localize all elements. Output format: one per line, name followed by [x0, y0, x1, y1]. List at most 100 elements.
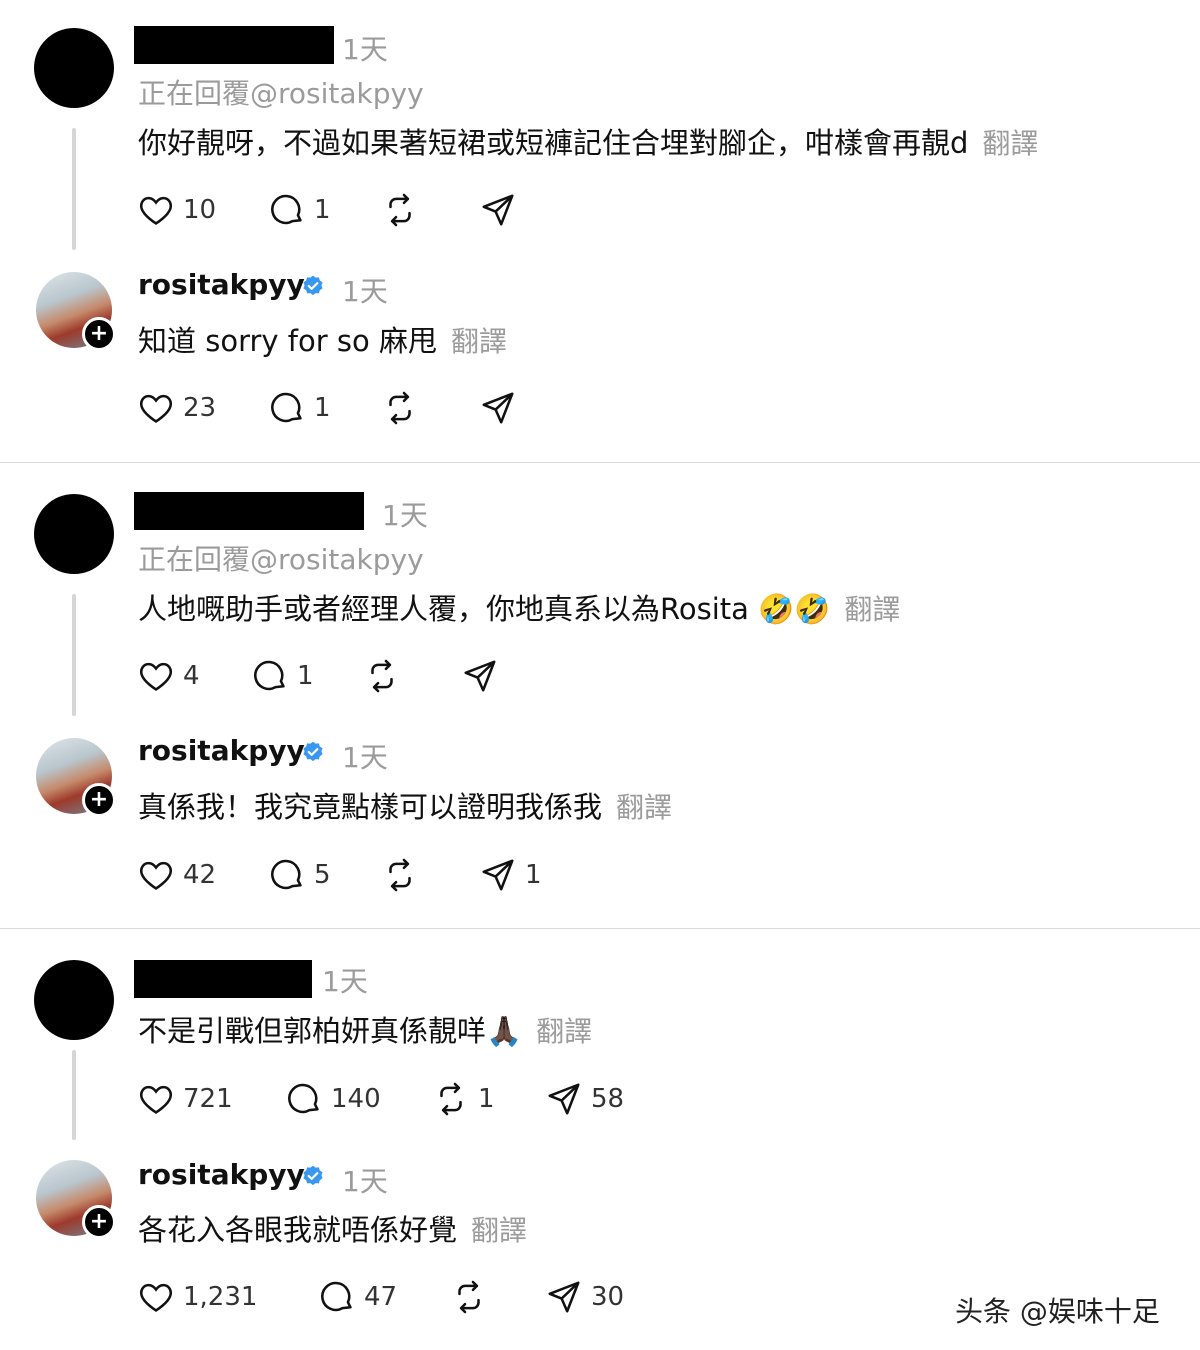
repost-icon — [389, 193, 411, 227]
like-count: 23 — [183, 393, 217, 423]
translate-link[interactable]: 翻譯 — [844, 593, 900, 626]
share-button[interactable] — [461, 656, 507, 696]
heart-icon — [140, 861, 172, 890]
comment-text: 你好靚呀，不過如果著短裙或短褲記住合埋對腳企，咁樣會再靚d 翻譯 — [138, 120, 1038, 162]
reply-text: 各花入各眼我就唔係好覺 翻譯 — [138, 1207, 527, 1249]
like-button[interactable]: 721 — [137, 1079, 233, 1119]
translate-link[interactable]: 翻譯 — [471, 1214, 527, 1247]
watermark: 头条 @娱味十足 — [955, 1295, 1160, 1328]
repost-button[interactable] — [381, 190, 427, 230]
repost-icon — [458, 1280, 480, 1314]
repost-icon — [389, 858, 411, 892]
verified-badge-icon — [303, 1165, 323, 1186]
post-time: 1天 — [342, 741, 388, 774]
thread-line — [72, 594, 76, 716]
comment-icon — [271, 859, 302, 890]
share-icon — [482, 194, 514, 226]
reply-button[interactable]: 1 — [268, 190, 331, 230]
reply-to-label[interactable]: 正在回覆@rositakpyy — [138, 72, 424, 112]
thread-line — [72, 128, 76, 250]
comment-icon — [271, 194, 302, 225]
reply-to-label[interactable]: 正在回覆@rositakpyy — [138, 538, 424, 578]
share-button[interactable]: 1 — [479, 855, 542, 895]
translate-link[interactable]: 翻譯 — [536, 1015, 592, 1048]
like-count: 721 — [183, 1084, 233, 1114]
like-button[interactable]: 42 — [137, 855, 216, 895]
reply-button[interactable]: 140 — [285, 1079, 381, 1119]
reply-body: 真係我！我究竟點樣可以證明我係我 — [138, 790, 603, 824]
plus-icon[interactable]: + — [82, 317, 116, 351]
share-icon — [548, 1281, 580, 1313]
repost-button[interactable] — [450, 1277, 496, 1317]
repost-button[interactable] — [363, 656, 409, 696]
share-button[interactable] — [479, 388, 525, 428]
reply-count: 47 — [364, 1282, 398, 1312]
post-time: 1天 — [342, 33, 388, 66]
verified-badge-icon — [303, 275, 323, 296]
reply-count: 140 — [331, 1084, 381, 1114]
translate-link[interactable]: 翻譯 — [616, 791, 672, 824]
avatar[interactable] — [34, 960, 114, 1040]
divider — [0, 928, 1200, 929]
verified-badge-icon — [303, 741, 323, 762]
comment-body: 不是引戰但郭柏妍真係靚咩🙏🏿 — [138, 1014, 523, 1048]
plus-icon[interactable]: + — [82, 783, 116, 817]
share-icon — [464, 660, 496, 692]
post-time: 1天 — [322, 965, 368, 998]
share-icon — [548, 1083, 580, 1115]
reply-button[interactable]: 5 — [268, 855, 331, 895]
like-button[interactable]: 10 — [137, 190, 216, 230]
share-count: 1 — [525, 860, 542, 890]
repost-count: 1 — [478, 1084, 495, 1114]
comment-icon — [288, 1083, 319, 1114]
avatar[interactable] — [34, 494, 114, 574]
repost-button[interactable] — [381, 855, 427, 895]
repost-button[interactable]: 1 — [432, 1079, 495, 1119]
plus-icon[interactable]: + — [82, 1205, 116, 1239]
like-count: 42 — [183, 860, 217, 890]
share-icon — [482, 859, 514, 891]
redacted-username — [134, 492, 364, 530]
reply-button[interactable]: 1 — [251, 656, 314, 696]
comment-body: 你好靚呀，不過如果著短裙或短褲記住合埋對腳企，咁樣會再靚d — [138, 126, 969, 160]
heart-icon — [140, 1085, 172, 1114]
heart-icon — [140, 394, 172, 423]
post-time: 1天 — [342, 275, 388, 308]
repost-button[interactable] — [381, 388, 427, 428]
reply-button[interactable]: 1 — [268, 388, 331, 428]
reply-button[interactable]: 47 — [318, 1277, 397, 1317]
avatar[interactable] — [34, 28, 114, 108]
comment-text: 不是引戰但郭柏妍真係靚咩🙏🏿 翻譯 — [138, 1008, 592, 1050]
username[interactable]: rositakpyy — [138, 268, 305, 301]
share-count: 30 — [591, 1282, 625, 1312]
post-time: 1天 — [342, 1165, 388, 1198]
reply-body: 各花入各眼我就唔係好覺 — [138, 1213, 458, 1247]
reply-text: 真係我！我究竟點樣可以證明我係我 翻譯 — [138, 784, 672, 826]
like-button[interactable]: 23 — [137, 388, 216, 428]
like-button[interactable]: 1,231 — [137, 1277, 257, 1317]
repost-icon — [371, 659, 393, 693]
translate-link[interactable]: 翻譯 — [982, 127, 1038, 160]
comment-text: 人地嘅助手或者經理人覆，你地真系以為Rosita 🤣🤣 翻譯 — [138, 586, 900, 628]
comment-body: 人地嘅助手或者經理人覆，你地真系以為Rosita 🤣🤣 — [138, 592, 831, 626]
share-button[interactable]: 58 — [545, 1079, 624, 1119]
username[interactable]: rositakpyy — [138, 1158, 305, 1191]
reply-count: 1 — [297, 661, 314, 691]
username[interactable]: rositakpyy — [138, 734, 305, 767]
translate-link[interactable]: 翻譯 — [451, 325, 507, 358]
reply-text: 知道 sorry for so 麻甩 翻譯 — [138, 318, 507, 360]
heart-icon — [140, 1283, 172, 1312]
reply-count: 5 — [314, 860, 331, 890]
like-count: 4 — [183, 661, 200, 691]
share-icon — [482, 392, 514, 424]
share-count: 58 — [591, 1084, 625, 1114]
comment-icon — [254, 660, 285, 691]
share-button[interactable]: 30 — [545, 1277, 624, 1317]
like-button[interactable]: 4 — [137, 656, 200, 696]
reply-count: 1 — [314, 393, 331, 423]
divider — [0, 462, 1200, 463]
redacted-username — [134, 26, 334, 64]
reply-body: 知道 sorry for so 麻甩 — [138, 324, 437, 358]
comment-icon — [271, 392, 302, 423]
share-button[interactable] — [479, 190, 525, 230]
